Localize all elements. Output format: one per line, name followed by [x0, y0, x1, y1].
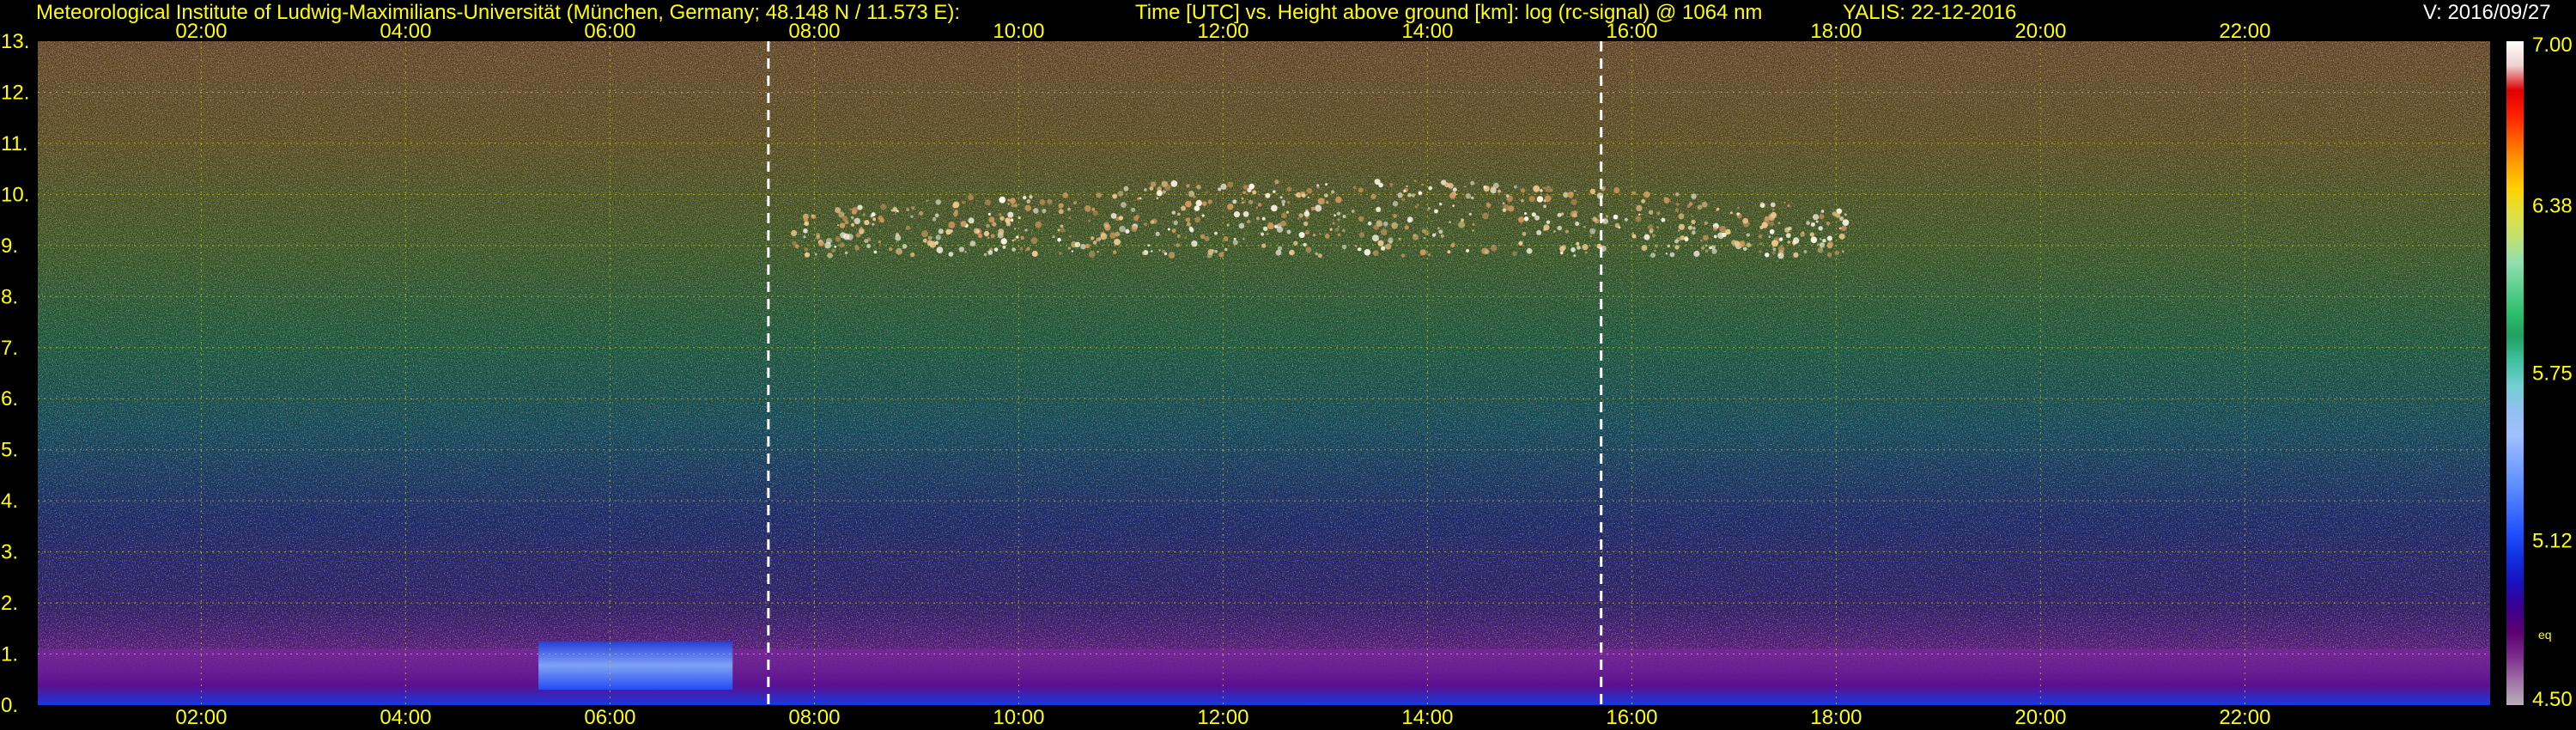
x-tick-label-top: 08:00 [788, 20, 840, 43]
y-tick-label: 7. [1, 337, 18, 360]
colorbar-tick-label: 5.12 [2532, 529, 2573, 552]
y-tick-label: 0. [1, 694, 18, 717]
x-tick-label-bottom: 10:00 [993, 706, 1044, 729]
y-tick-label: 8. [1, 285, 18, 308]
x-tick-label-top: 12:00 [1197, 20, 1249, 43]
x-tick-label-top: 02:00 [175, 20, 227, 43]
y-tick-label: 1. [1, 643, 18, 666]
lidar-time-height-plot: 02:00 04:00 06:00 08:00 10:00 12:00 14:00 16:00… [1, 20, 2573, 729]
colorbar-tick-label: 5.75 [2532, 362, 2573, 386]
x-tick-label-top: 10:00 [993, 20, 1044, 43]
colorbar [2506, 41, 2524, 705]
x-tick-label-top: 14:00 [1401, 20, 1453, 43]
x-tick-label-bottom: 04:00 [380, 706, 431, 729]
x-tick-label-bottom: 14:00 [1401, 706, 1453, 729]
y-tick-label: 13. [1, 30, 29, 53]
x-axis-top: 02:00 04:00 06:00 08:00 10:00 12:00 14:00 16:00… [175, 20, 2270, 43]
colorbar-tick-label: 4.50 [2532, 688, 2573, 711]
x-tick-label-bottom: 06:00 [584, 706, 635, 729]
x-tick-label-bottom: 18:00 [1810, 706, 1862, 729]
x-tick-label-bottom: 22:00 [2219, 706, 2270, 729]
y-tick-label: 11. [1, 132, 28, 155]
x-tick-label-bottom: 12:00 [1197, 706, 1249, 729]
x-tick-label-top: 04:00 [380, 20, 431, 43]
colorbar-tick-label: 7.00 [2532, 33, 2573, 57]
x-tick-label-top: 20:00 [2014, 20, 2066, 43]
colorbar-tick-label: 6.38 [2532, 195, 2573, 218]
y-tick-label: 9. [1, 234, 18, 258]
y-tick-label: 10. [1, 183, 29, 206]
x-axis-bottom: 02:00 04:00 06:00 08:00 10:00 12:00 14:00 16:00… [175, 706, 2270, 729]
colorbar-unit-label: eq [2538, 628, 2552, 642]
x-tick-label-top: 16:00 [1606, 20, 1657, 43]
x-tick-label-top: 06:00 [584, 20, 635, 43]
y-tick-label: 5. [1, 439, 18, 462]
low-cloud [538, 641, 733, 690]
x-tick-label-top: 18:00 [1810, 20, 1862, 43]
y-tick-label: 6. [1, 387, 18, 411]
y-axis: 0. 1. 2. 3. 4. 5. 6. 7. 8. 9. 10. 11. 12. 13. [1, 30, 29, 717]
x-tick-label-top: 22:00 [2219, 20, 2270, 43]
y-tick-label: 2. [1, 592, 18, 615]
y-tick-label: 4. [1, 490, 18, 513]
x-tick-label-bottom: 08:00 [788, 706, 840, 729]
colorbar-ticks: 4.50 5.12 5.75 6.38 7.00 [2532, 33, 2573, 711]
x-tick-label-bottom: 16:00 [1606, 706, 1657, 729]
y-tick-label: 3. [1, 541, 18, 564]
x-tick-label-bottom: 02:00 [175, 706, 227, 729]
y-tick-label: 12. [1, 81, 29, 104]
x-tick-label-bottom: 20:00 [2014, 706, 2066, 729]
